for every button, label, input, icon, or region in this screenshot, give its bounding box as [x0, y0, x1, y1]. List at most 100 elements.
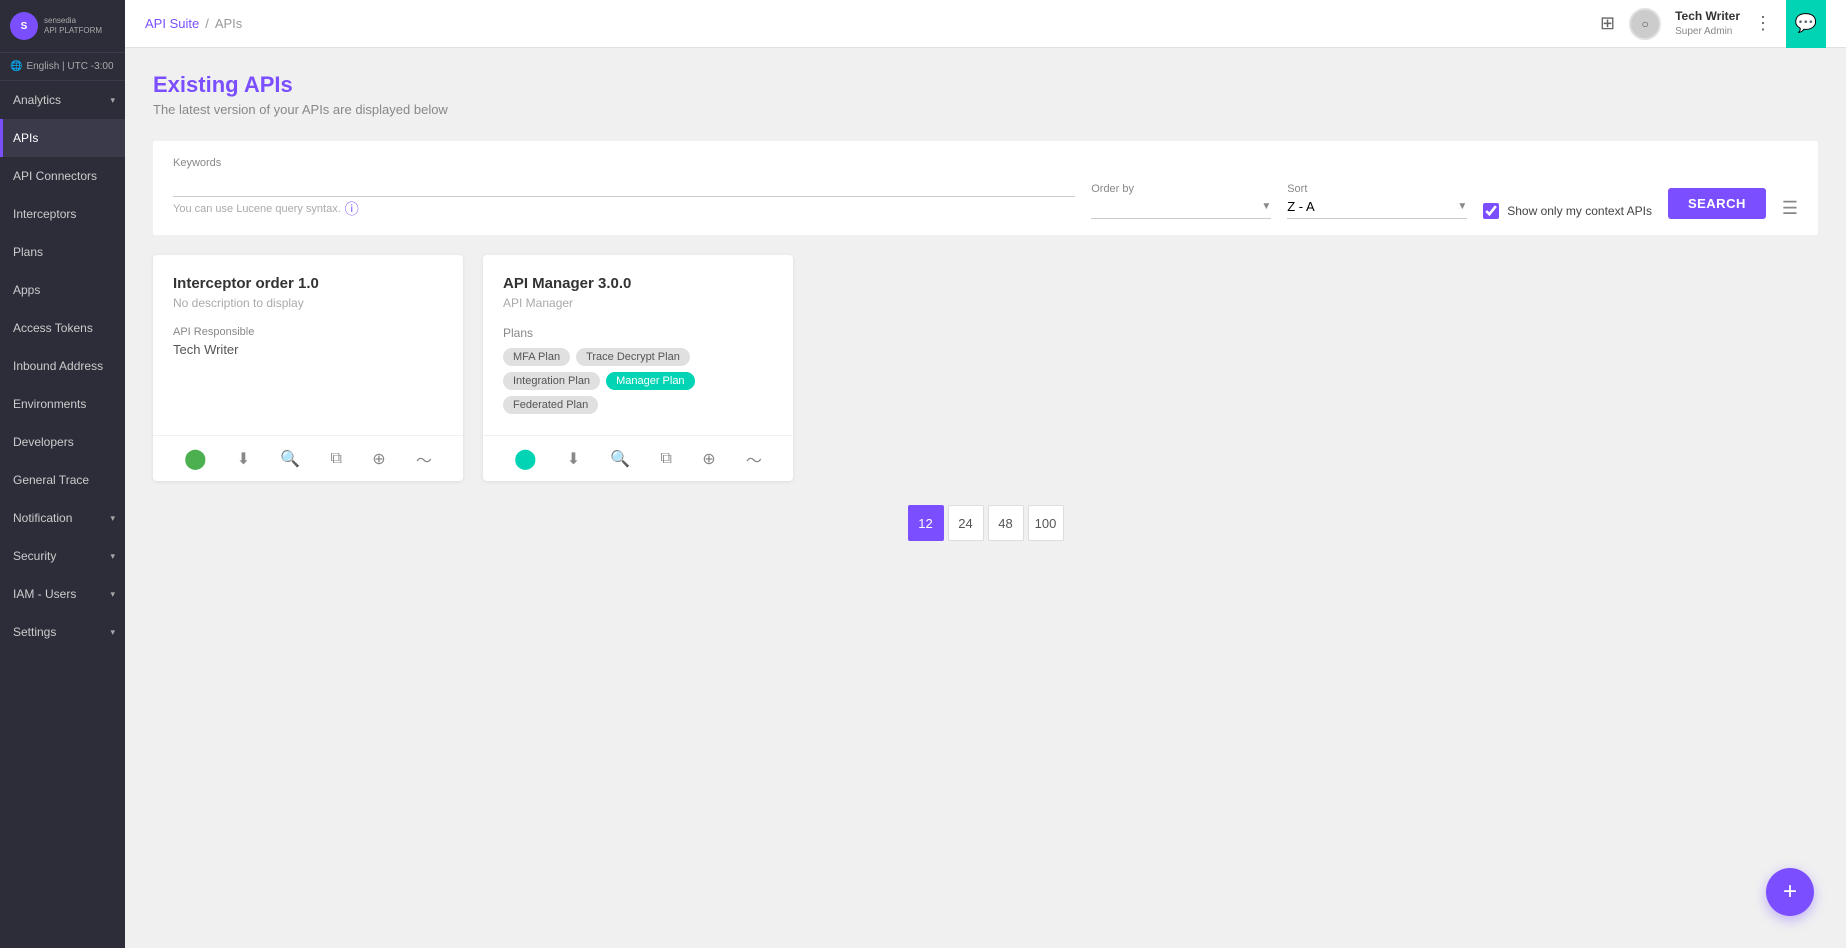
sidebar-item-apis[interactable]: APIs	[0, 119, 125, 157]
sidebar-item-general-trace[interactable]: General Trace	[0, 461, 125, 499]
sidebar-item-environments[interactable]: Environments	[0, 385, 125, 423]
search-button[interactable]: SEARCH	[1668, 188, 1766, 219]
sort-label: Sort	[1287, 183, 1467, 195]
chevron-icon: ▾	[110, 513, 115, 524]
plan-tag: Trace Decrypt Plan	[576, 348, 690, 366]
pagination: 122448100	[153, 481, 1818, 565]
hint-text: You can use Lucene query syntax.	[173, 203, 341, 215]
api-card-body: API Manager 3.0.0 API Manager Plans MFA P…	[483, 255, 793, 435]
sidebar-item-access-tokens[interactable]: Access Tokens	[0, 309, 125, 347]
page-btn-48[interactable]: 48	[988, 505, 1024, 541]
topbar-right: ⊞ ○ Tech Writer Super Admin ⋮ 💬	[1600, 0, 1826, 48]
sidebar-item-label: API Connectors	[13, 169, 97, 183]
plan-tag: Federated Plan	[503, 396, 598, 414]
api-card-footer: ⬤ ⬇ 🔍 ⧉ ⊕ 〜	[153, 435, 463, 481]
context-checkbox[interactable]	[1483, 203, 1499, 219]
grid-icon[interactable]: ⊞	[1600, 13, 1615, 34]
sidebar-item-plans[interactable]: Plans	[0, 233, 125, 271]
analytics-icon[interactable]: 〜	[746, 447, 762, 471]
page-btn-100[interactable]: 100	[1028, 505, 1064, 541]
locale-display: 🌐 English | UTC -3:00	[0, 53, 125, 81]
copy-icon[interactable]: ⧉	[661, 450, 672, 468]
analytics-icon[interactable]: 〜	[416, 447, 432, 471]
download-icon[interactable]: ⬇	[237, 449, 250, 469]
info-icon: ⓘ	[345, 199, 359, 219]
plan-tag: MFA Plan	[503, 348, 570, 366]
sidebar-item-apps[interactable]: Apps	[0, 271, 125, 309]
chevron-icon: ▾	[110, 95, 115, 106]
api-card-title: Interceptor order 1.0	[173, 275, 443, 292]
view-toggle[interactable]: ☰	[1782, 198, 1798, 219]
sidebar-item-label: Analytics	[13, 93, 61, 107]
api-card-title: API Manager 3.0.0	[503, 275, 773, 292]
api-card: API Manager 3.0.0 API Manager Plans MFA P…	[483, 255, 793, 481]
sidebar-item-developers[interactable]: Developers	[0, 423, 125, 461]
keywords-label: Keywords	[173, 157, 1075, 169]
api-card-body: Interceptor order 1.0 No description to …	[153, 255, 463, 435]
sidebar-item-label: Access Tokens	[13, 321, 93, 335]
sidebar-item-label: Settings	[13, 625, 56, 639]
sidebar-item-label: Environments	[13, 397, 86, 411]
plan-tags: MFA Plan Trace Decrypt Plan Integration Pl…	[503, 348, 773, 414]
plan-tag: Integration Plan	[503, 372, 600, 390]
order-chevron-icon: ▼	[1261, 201, 1271, 212]
sidebar-item-label: General Trace	[13, 473, 89, 487]
order-field: Order by Name Version Date ▼	[1091, 183, 1271, 219]
plan-tag: Manager Plan	[606, 372, 695, 390]
topbar: API Suite / APIs ⊞ ○ Tech Writer Super A…	[125, 0, 1846, 48]
order-select[interactable]: Name Version Date	[1091, 199, 1261, 214]
fab-button[interactable]: +	[1766, 868, 1814, 916]
page-subtitle: The latest version of your APIs are disp…	[153, 102, 1818, 117]
sidebar-item-analytics[interactable]: Analytics ▾	[0, 81, 125, 119]
user-name: Tech Writer	[1675, 9, 1740, 25]
sidebar-item-api-connectors[interactable]: API Connectors	[0, 157, 125, 195]
keywords-input[interactable]	[173, 173, 1075, 197]
breadcrumb-current: APIs	[215, 16, 242, 31]
keywords-field: Keywords You can use Lucene query syntax…	[173, 157, 1075, 219]
sidebar-item-interceptors[interactable]: Interceptors	[0, 195, 125, 233]
chevron-icon: ▾	[110, 589, 115, 600]
logo: S sensedia API PLATFORM	[0, 0, 125, 53]
chevron-icon: ▾	[110, 551, 115, 562]
sidebar-item-label: APIs	[13, 131, 38, 145]
context-label[interactable]: Show only my context APIs	[1507, 204, 1652, 218]
responsible-value: Tech Writer	[173, 342, 443, 357]
globe-icon: 🌐	[10, 61, 22, 72]
export-icon[interactable]: ⊕	[372, 449, 385, 469]
sidebar-item-inbound-address[interactable]: Inbound Address	[0, 347, 125, 385]
status-icon[interactable]: ⬤	[514, 446, 536, 471]
more-icon[interactable]: ⋮	[1754, 13, 1772, 34]
avatar: ○	[1629, 8, 1661, 40]
sidebar-item-iam-users[interactable]: IAM - Users▾	[0, 575, 125, 613]
search-icon[interactable]: 🔍	[610, 449, 630, 469]
logo-text: sensedia API PLATFORM	[44, 16, 102, 35]
chat-button[interactable]: 💬	[1786, 0, 1826, 48]
status-icon[interactable]: ⬤	[184, 446, 206, 471]
copy-icon[interactable]: ⧉	[331, 450, 342, 468]
sidebar-item-security[interactable]: Security ▾	[0, 537, 125, 575]
user-info: Tech Writer Super Admin	[1675, 9, 1740, 38]
export-icon[interactable]: ⊕	[702, 449, 715, 469]
breadcrumb-separator: /	[205, 16, 209, 31]
sidebar-item-label: Notification	[13, 511, 72, 525]
breadcrumb: API Suite / APIs	[145, 16, 242, 31]
sort-field: Sort Z - A A - Z ▼	[1287, 183, 1467, 219]
api-card: Interceptor order 1.0 No description to …	[153, 255, 463, 481]
page-btn-12[interactable]: 12	[908, 505, 944, 541]
sidebar-item-label: Developers	[13, 435, 74, 449]
sort-select[interactable]: Z - A A - Z	[1287, 199, 1457, 214]
sidebar-item-label: Security	[13, 549, 56, 563]
content-area: Existing APIs The latest version of your…	[125, 48, 1846, 948]
api-card-desc: API Manager	[503, 296, 773, 310]
responsible-label: API Responsible	[173, 326, 443, 338]
search-icon[interactable]: 🔍	[280, 449, 300, 469]
sidebar-item-label: Inbound Address	[13, 359, 103, 373]
download-icon[interactable]: ⬇	[567, 449, 580, 469]
plans-label: Plans	[503, 326, 773, 340]
sidebar-item-settings[interactable]: Settings▾	[0, 613, 125, 651]
api-card-desc: No description to display	[173, 296, 443, 310]
sidebar-item-notification[interactable]: Notification ▾	[0, 499, 125, 537]
page-btn-24[interactable]: 24	[948, 505, 984, 541]
sidebar-item-label: Apps	[13, 283, 40, 297]
breadcrumb-root[interactable]: API Suite	[145, 16, 199, 31]
